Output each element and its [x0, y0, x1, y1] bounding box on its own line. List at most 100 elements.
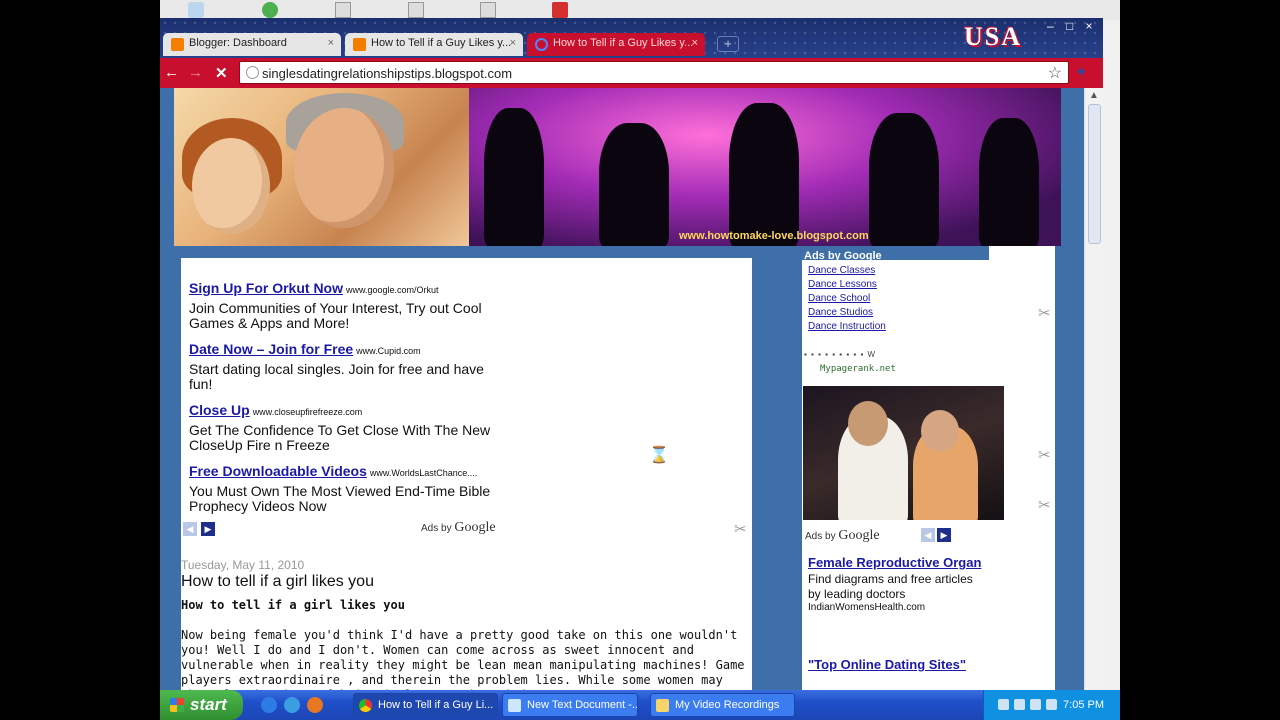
- taskbar-item-folder[interactable]: My Video Recordings: [650, 693, 795, 717]
- scrollbar-thumb[interactable]: [1088, 104, 1101, 244]
- ad-title-link[interactable]: Female Reproductive Organ: [808, 555, 981, 570]
- close-tab-icon[interactable]: ×: [328, 37, 334, 49]
- folder-icon: [656, 699, 669, 712]
- globe-icon: [246, 66, 259, 79]
- couple-dance-photo[interactable]: [803, 386, 1004, 520]
- dance-link[interactable]: Dance School: [808, 292, 886, 306]
- ad-domain: IndianWomensHealth.com: [808, 602, 926, 613]
- desktop-icon-strip: [160, 0, 1120, 20]
- maximize-button[interactable]: □: [1062, 19, 1078, 33]
- dance-links: Dance Classes Dance Lessons Dance School…: [808, 264, 886, 334]
- desktop-app-icon[interactable]: [262, 2, 278, 18]
- stop-button[interactable]: ✕: [215, 64, 228, 82]
- ads-prev-button[interactable]: ◀: [921, 528, 935, 542]
- scissors-icon[interactable]: ✂: [734, 520, 747, 538]
- mypagerank-link[interactable]: Mypagerank.net: [820, 364, 896, 374]
- ad-title-link[interactable]: "Top Online Dating Sites": [808, 657, 966, 672]
- scissors-icon[interactable]: ✂: [1038, 304, 1051, 322]
- back-button[interactable]: ←: [164, 64, 179, 81]
- ads-next-button[interactable]: ▶: [937, 528, 951, 542]
- ad-title-link[interactable]: Close Up: [189, 402, 250, 418]
- system-tray: 7:05 PM: [983, 690, 1120, 720]
- taskbar: start How to Tell if a Guy Li... New Tex…: [160, 690, 1120, 720]
- close-tab-icon[interactable]: ×: [510, 37, 516, 49]
- tray-icon[interactable]: [1014, 699, 1025, 710]
- sidebar-ad: "Top Online Dating Sites": [808, 656, 988, 674]
- ad-item: Close Up www.closeupfirefreeze.com Get Th…: [189, 402, 499, 453]
- couple-photo: [174, 88, 469, 246]
- tab-guy-likes-1[interactable]: How to Tell if a Guy Likes y... ×: [345, 33, 523, 56]
- ads-prev-button[interactable]: ◀: [183, 522, 197, 536]
- ad-description: Find diagrams and free articles by leadi…: [808, 572, 973, 601]
- desktop-pdf-icon[interactable]: [552, 2, 568, 18]
- post-title[interactable]: How to tell if a girl likes you: [181, 573, 374, 591]
- blogger-icon: [171, 38, 184, 51]
- scroll-up-icon[interactable]: ▲: [1089, 90, 1099, 101]
- wrench-menu-icon[interactable]: ✦: [1075, 63, 1088, 81]
- vertical-scrollbar[interactable]: ▲: [1084, 88, 1103, 690]
- post-date: Tuesday, May 11, 2010: [181, 558, 305, 572]
- notepad-icon: [508, 699, 521, 712]
- ad-title-link[interactable]: Date Now – Join for Free: [189, 341, 353, 357]
- ad-description: Start dating local singles. Join for fre…: [189, 361, 484, 392]
- dance-link[interactable]: Dance Studios: [808, 306, 886, 320]
- tray-icon[interactable]: [1030, 699, 1041, 710]
- ads-by-google[interactable]: Ads by Google: [805, 528, 880, 544]
- ad-domain: www.WorldsLastChance....: [369, 468, 478, 478]
- minimize-button[interactable]: –: [1042, 19, 1058, 33]
- close-window-button[interactable]: ×: [1081, 19, 1097, 33]
- taskbar-item-chrome[interactable]: How to Tell if a Guy Li...: [353, 693, 498, 717]
- dance-link[interactable]: Dance Instruction: [808, 320, 886, 334]
- dance-link[interactable]: Dance Classes: [808, 264, 886, 278]
- bookmark-star-icon[interactable]: ☆: [1048, 63, 1062, 83]
- window-controls: – □ ×: [1042, 19, 1097, 33]
- ad-domain: www.Cupid.com: [356, 346, 421, 356]
- scissors-icon[interactable]: ✂: [1038, 446, 1051, 464]
- ad-item: Free Downloadable Videos www.WorldsLastCh…: [189, 463, 499, 514]
- loading-icon: [535, 38, 548, 51]
- firefox-icon[interactable]: [307, 697, 323, 713]
- post-body: Now being female you'd think I'd have a …: [181, 628, 745, 690]
- ie-icon[interactable]: [284, 697, 300, 713]
- tab-blogger-dashboard[interactable]: Blogger: Dashboard ×: [163, 33, 341, 56]
- desktop-doc-icon[interactable]: [335, 2, 351, 18]
- volume-icon[interactable]: [1046, 699, 1057, 710]
- new-tab-button[interactable]: +: [717, 36, 739, 52]
- taskbar-item-notepad[interactable]: New Text Document -...: [502, 693, 638, 717]
- ad-domain: www.closeupfirefreeze.com: [252, 407, 363, 417]
- dance-link[interactable]: Dance Lessons: [808, 278, 886, 292]
- blogger-icon: [353, 38, 366, 51]
- desktop-app-icon[interactable]: [188, 2, 204, 18]
- close-tab-icon[interactable]: ×: [692, 37, 698, 49]
- url-text[interactable]: singlesdatingrelationshipstips.blogspot.…: [262, 66, 512, 81]
- windows-logo-icon: [170, 698, 184, 712]
- forward-button[interactable]: →: [188, 64, 203, 81]
- social-bookmark-icons[interactable]: ▪ ▪ ▪ ▪ ▪ ▪ ▪ ▪ ▪ W: [804, 350, 876, 359]
- ad-title-link[interactable]: Sign Up For Orkut Now: [189, 280, 343, 296]
- ads-by-google[interactable]: Ads by Google: [421, 520, 496, 536]
- dance-silhouette-image: www.howtomake-love.blogspot.com: [469, 88, 1061, 246]
- ads-next-button[interactable]: ▶: [201, 522, 215, 536]
- ad-description: Join Communities of Your Interest, Try o…: [189, 300, 482, 331]
- desktop-doc-icon[interactable]: [408, 2, 424, 18]
- ad-item: Date Now – Join for Free www.Cupid.com St…: [189, 341, 499, 392]
- desktop-doc-icon[interactable]: [480, 2, 496, 18]
- browser-window: Blogger: Dashboard × How to Tell if a Gu…: [160, 18, 1103, 690]
- ad-description: Get The Confidence To Get Close With The…: [189, 422, 491, 453]
- banner-url: www.howtomake-love.blogspot.com: [679, 230, 869, 242]
- address-bar[interactable]: singlesdatingrelationshipstips.blogspot.…: [239, 61, 1069, 84]
- quicklaunch-icon[interactable]: [261, 697, 277, 713]
- tray-icon[interactable]: [998, 699, 1009, 710]
- main-column: Sign Up For Orkut Now www.google.com/Orku…: [181, 258, 752, 690]
- tab-strip: Blogger: Dashboard × How to Tell if a Gu…: [160, 18, 1103, 58]
- start-button[interactable]: start: [160, 690, 243, 720]
- sidebar-ad: Female Reproductive Organ Find diagrams …: [808, 554, 988, 613]
- theme-usa-text: USA: [964, 22, 1023, 51]
- ad-title-link[interactable]: Free Downloadable Videos: [189, 463, 367, 479]
- blog-banner: www.howtomake-love.blogspot.com: [174, 88, 1061, 246]
- scissors-icon[interactable]: ✂: [1038, 496, 1051, 514]
- tab-guy-likes-active[interactable]: How to Tell if a Guy Likes y... ×: [527, 33, 705, 56]
- clock: 7:05 PM: [1063, 699, 1104, 711]
- sidebar-ads-header: Ads by Google: [802, 246, 989, 262]
- page-viewport: www.howtomake-love.blogspot.com Sign Up …: [160, 88, 1103, 690]
